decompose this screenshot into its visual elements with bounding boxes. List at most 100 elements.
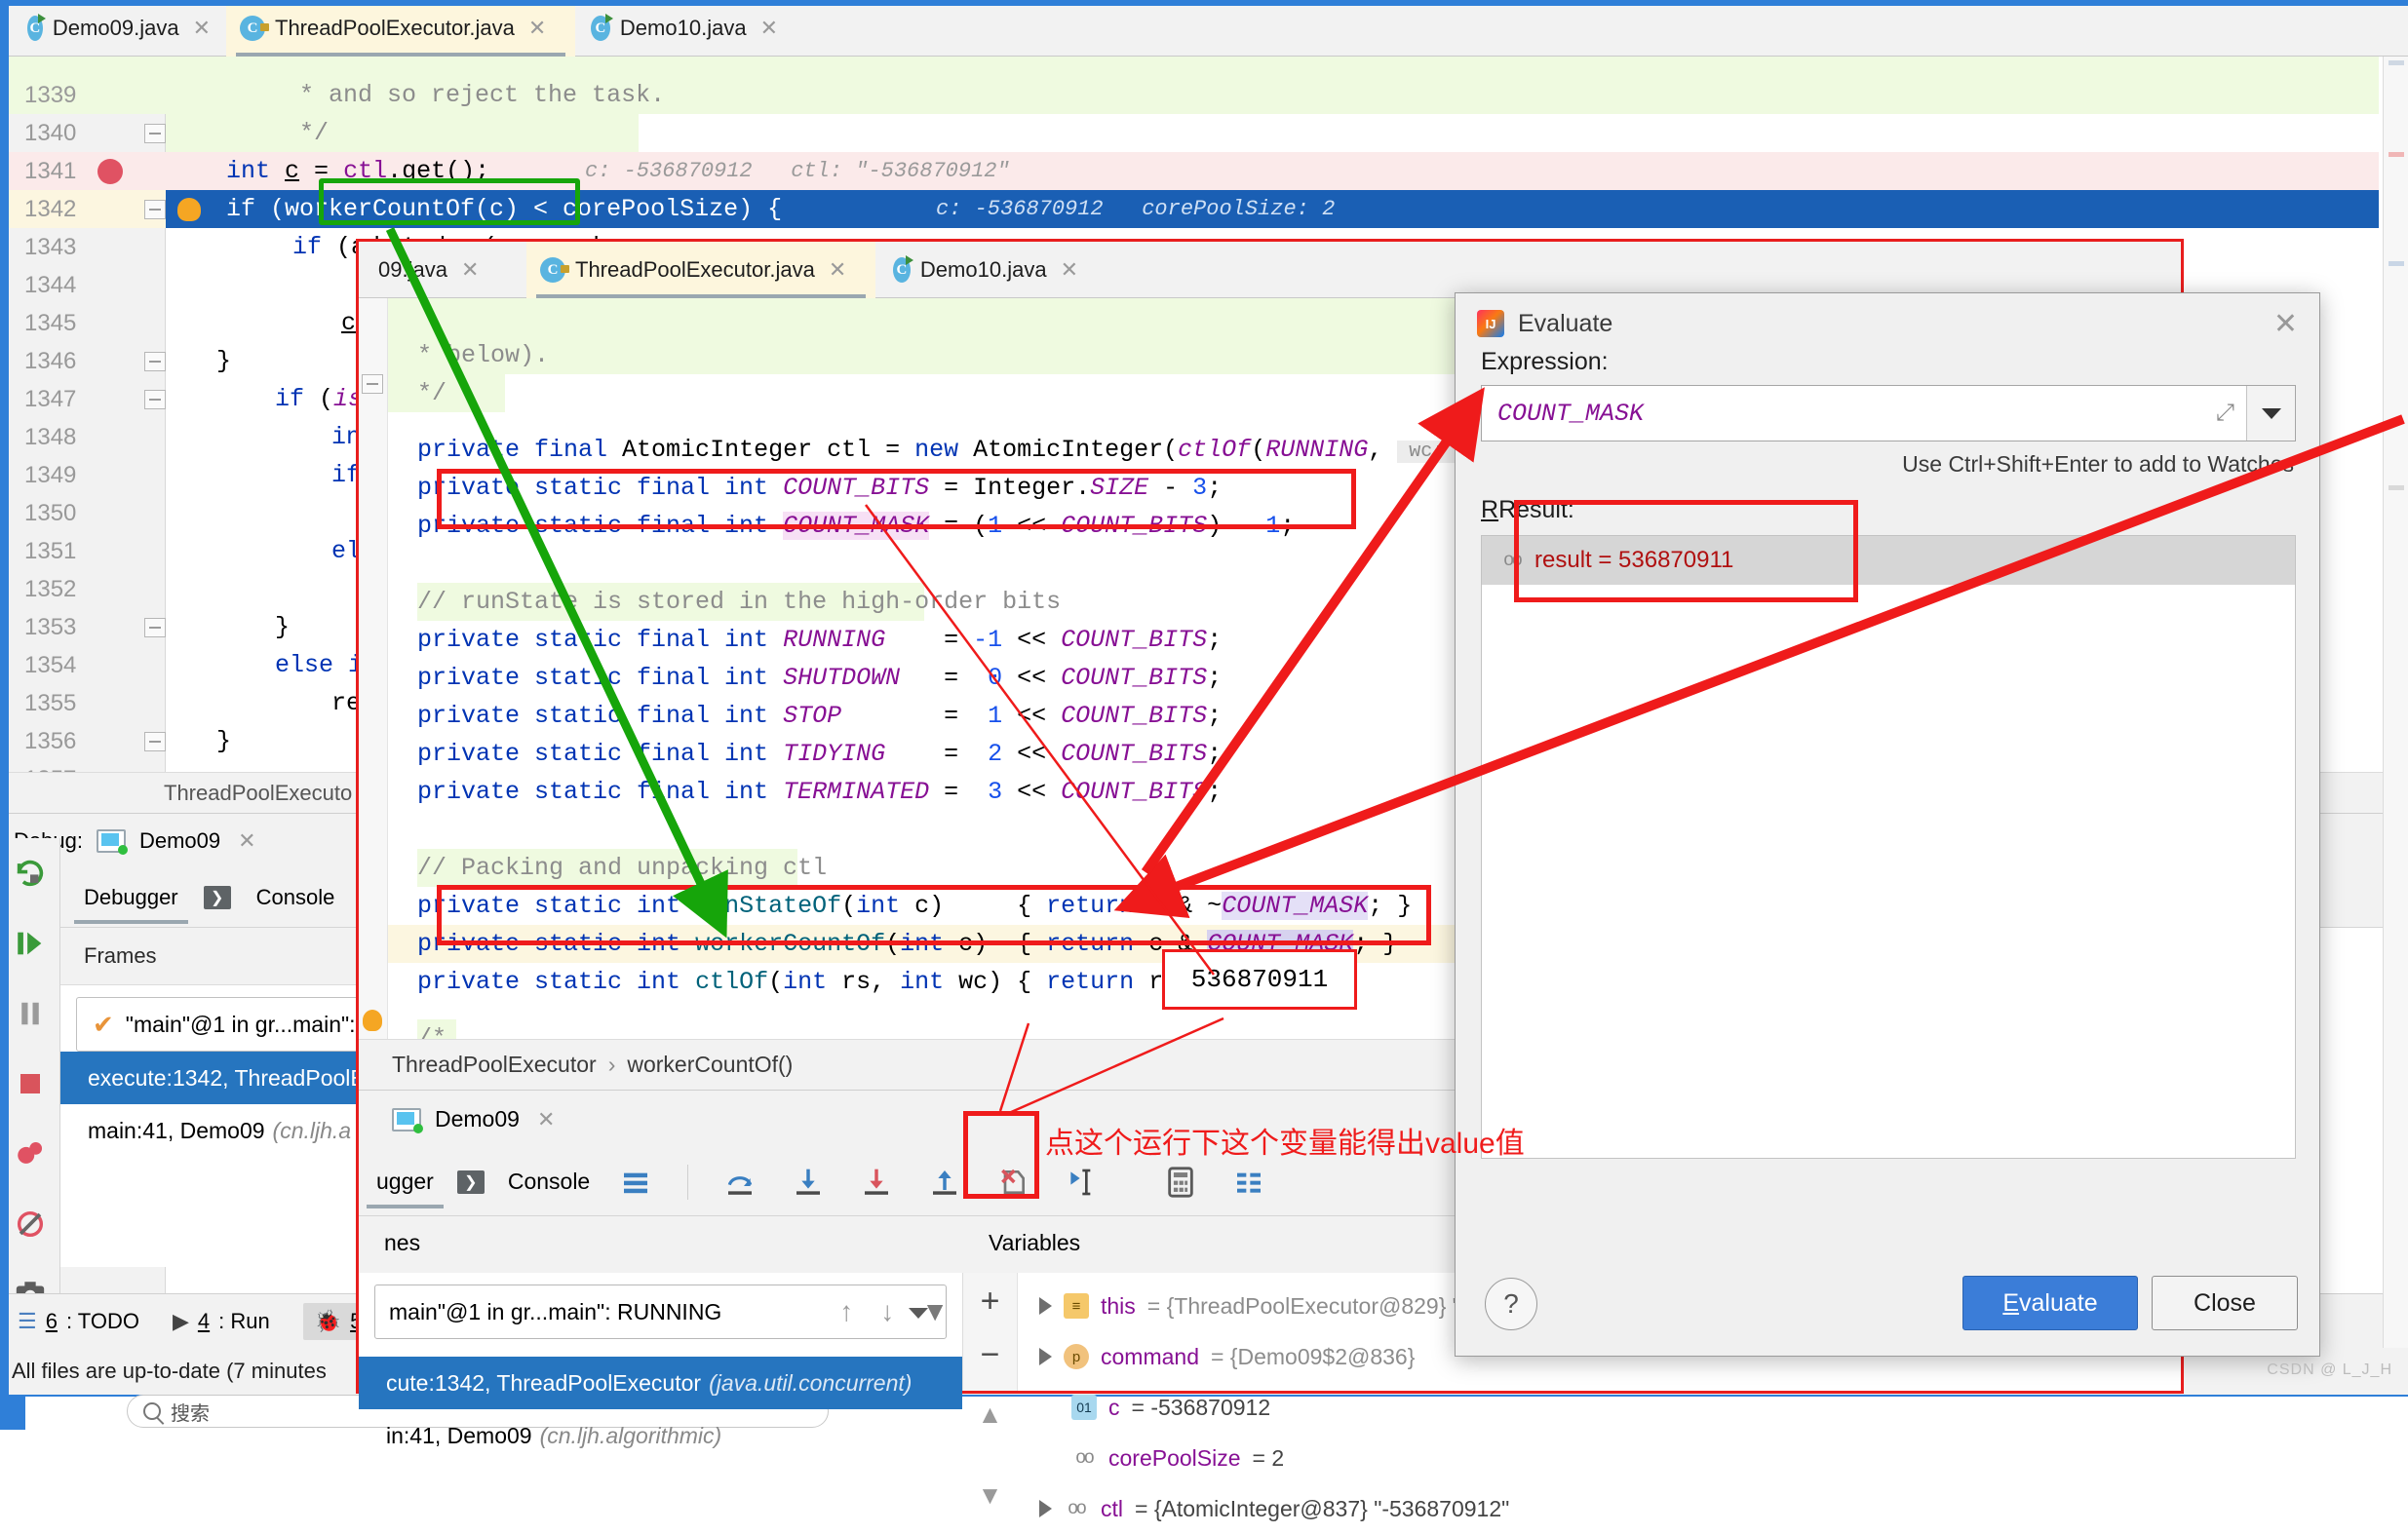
move-down-icon[interactable]: ↓ bbox=[880, 1296, 894, 1327]
editor-tab-threadpoolexecutor[interactable]: C ThreadPoolExecutor.java ✕ bbox=[226, 0, 575, 57]
fold-marker-icon[interactable] bbox=[144, 618, 166, 637]
breadcrumb-text: ThreadPoolExecuto bbox=[164, 780, 353, 805]
float-tab-demo09[interactable]: 09.java ✕ bbox=[365, 242, 523, 298]
result-list[interactable]: oo result = 536870911 bbox=[1481, 535, 2296, 1159]
debug-side-toolbar[interactable]: » bbox=[0, 838, 60, 1379]
help-button[interactable]: ? bbox=[1485, 1278, 1537, 1330]
breadcrumb-method[interactable]: workerCountOf() bbox=[627, 1052, 793, 1078]
variable-row[interactable]: 01 c = -536870912 bbox=[1018, 1382, 2181, 1433]
code-row: 1348 in bbox=[0, 418, 361, 456]
force-step-into-icon[interactable] bbox=[854, 1160, 899, 1205]
code-text: */ bbox=[417, 379, 447, 407]
parameter-icon: p bbox=[1064, 1344, 1089, 1369]
close-icon[interactable]: ✕ bbox=[461, 257, 479, 283]
dialog-title: Evaluate bbox=[1518, 309, 1613, 337]
fold-marker-icon[interactable] bbox=[362, 374, 383, 394]
intention-bulb-icon[interactable] bbox=[363, 1010, 382, 1031]
editor-tab-demo09[interactable]: C Demo09.java ✕ bbox=[14, 0, 224, 57]
comment-highlight bbox=[388, 298, 1558, 336]
move-down-icon[interactable]: ▼ bbox=[963, 1480, 1017, 1511]
run-configuration-icon bbox=[96, 828, 128, 855]
editor-scroll-rail[interactable] bbox=[2383, 57, 2408, 1348]
expression-history-dropdown[interactable] bbox=[2246, 386, 2295, 441]
fold-marker-icon[interactable] bbox=[144, 732, 166, 751]
tab-debugger[interactable]: Debugger bbox=[74, 885, 188, 924]
float-tab-demo10[interactable]: C Demo10.java ✕ bbox=[879, 242, 1092, 298]
expression-input[interactable]: COUNT_MASK ⤢ bbox=[1481, 385, 2296, 441]
fold-marker-icon[interactable] bbox=[144, 390, 166, 409]
variable-name: c bbox=[1108, 1394, 1120, 1420]
filter-icon[interactable]: ▼ bbox=[921, 1296, 949, 1327]
editor-tab-label: Demo10.java bbox=[919, 257, 1047, 282]
evaluate-expression-icon[interactable] bbox=[1158, 1160, 1203, 1205]
chevron-right-icon: › bbox=[607, 1052, 616, 1077]
view-breakpoints-icon[interactable] bbox=[0, 1119, 60, 1189]
editor-tab-demo10[interactable]: C Demo10.java ✕ bbox=[577, 0, 792, 57]
variable-row[interactable]: oo ctl = {AtomicInteger@837} "-536870912… bbox=[1018, 1483, 2181, 1534]
line-number: 1340 bbox=[24, 120, 77, 146]
code-text: private static final int TIDYING = 2 << … bbox=[417, 740, 1223, 768]
evaluate-button[interactable]: Evaluate bbox=[1962, 1276, 2138, 1330]
chevron-right-icon[interactable] bbox=[1039, 1297, 1052, 1315]
code-text: if (is bbox=[275, 385, 364, 413]
frame-label: main:41, Demo09 bbox=[88, 1117, 265, 1143]
pause-program-icon[interactable] bbox=[0, 978, 60, 1049]
close-icon[interactable]: ✕ bbox=[528, 16, 546, 41]
rerun-icon[interactable] bbox=[0, 838, 60, 908]
variable-row[interactable]: oo corePoolSize = 2 bbox=[1018, 1433, 2181, 1483]
code-row: 1353 } bbox=[0, 608, 290, 646]
expand-editor-icon[interactable]: ⤢ bbox=[2216, 400, 2234, 427]
step-into-icon[interactable] bbox=[786, 1160, 831, 1205]
java-class-icon: C bbox=[27, 14, 46, 41]
move-up-icon[interactable]: ▲ bbox=[963, 1400, 1017, 1430]
fold-marker-icon[interactable] bbox=[144, 124, 166, 143]
close-icon[interactable]: ✕ bbox=[829, 257, 846, 283]
debug-config-name[interactable]: Demo09 bbox=[435, 1106, 520, 1132]
fold-marker-icon[interactable] bbox=[144, 200, 166, 219]
breadcrumb-class[interactable]: ThreadPoolExecutor bbox=[392, 1052, 597, 1078]
resume-program-icon[interactable] bbox=[0, 908, 60, 978]
run-to-cursor-icon[interactable] bbox=[1059, 1160, 1104, 1205]
frame-row[interactable]: in:41, Demo09 (cn.ljh.algorithmic) bbox=[359, 1409, 962, 1462]
mute-breakpoints-icon[interactable] bbox=[0, 1189, 60, 1259]
breakpoint-verified-icon[interactable] bbox=[97, 159, 123, 184]
intention-bulb-icon[interactable] bbox=[177, 198, 201, 221]
tab-console[interactable]: Console bbox=[256, 885, 335, 910]
tool-button-todo[interactable]: ☰ 6 : TODO bbox=[18, 1309, 139, 1334]
watches-icon[interactable] bbox=[1226, 1160, 1271, 1205]
float-frames-panel[interactable]: main"@1 in gr...main": RUNNING ↑ ↓ ▼ cut… bbox=[359, 1273, 963, 1448]
tool-button-run[interactable]: ▶ 4 : Run bbox=[173, 1309, 270, 1334]
rail-mark bbox=[2389, 261, 2404, 266]
debug-config-name[interactable]: Demo09 bbox=[139, 828, 220, 854]
close-icon[interactable]: ✕ bbox=[537, 1107, 555, 1132]
stop-icon[interactable] bbox=[0, 1049, 60, 1119]
add-watch-button[interactable]: + bbox=[963, 1283, 1017, 1321]
close-icon[interactable]: ✕ bbox=[760, 16, 778, 41]
step-out-icon[interactable] bbox=[922, 1160, 967, 1205]
chevron-right-icon[interactable] bbox=[1039, 1348, 1052, 1365]
tab-console[interactable]: Console bbox=[508, 1169, 590, 1195]
line-number: 1346 bbox=[24, 348, 77, 374]
annotation-note: 点这个运行下这个变量能得出value值 bbox=[1045, 1128, 1525, 1160]
frame-package: (cn.ljh.algorithmic) bbox=[539, 1422, 722, 1448]
code-text: c bbox=[341, 309, 357, 337]
fold-marker-icon[interactable] bbox=[144, 352, 166, 371]
code-text: private static final int STOP = 1 << COU… bbox=[417, 702, 1223, 730]
step-over-icon[interactable] bbox=[718, 1160, 762, 1205]
close-icon[interactable]: ✕ bbox=[1061, 257, 1078, 283]
line-number: 1339 bbox=[24, 82, 77, 108]
close-icon[interactable]: ✕ bbox=[2273, 307, 2298, 341]
close-icon[interactable]: ✕ bbox=[238, 828, 255, 854]
frame-row[interactable]: cute:1342, ThreadPoolExecutor (java.util… bbox=[359, 1357, 962, 1409]
float-tab-threadpoolexecutor[interactable]: C ThreadPoolExecutor.java ✕ bbox=[526, 242, 875, 298]
remove-watch-button[interactable]: − bbox=[963, 1336, 1017, 1374]
annotation-red-box-count-mask bbox=[437, 469, 1356, 529]
chevron-right-icon[interactable] bbox=[1039, 1500, 1052, 1517]
move-up-icon[interactable]: ↑ bbox=[839, 1296, 853, 1327]
cancel-button[interactable]: Close bbox=[2152, 1276, 2298, 1330]
close-icon[interactable]: ✕ bbox=[193, 16, 211, 41]
watermark: CSDN @ L_J_H bbox=[2267, 1361, 2392, 1378]
show-execution-point-icon[interactable] bbox=[613, 1160, 658, 1205]
windows-start-icon[interactable] bbox=[0, 1395, 25, 1430]
tab-debugger[interactable]: ugger bbox=[367, 1169, 444, 1208]
